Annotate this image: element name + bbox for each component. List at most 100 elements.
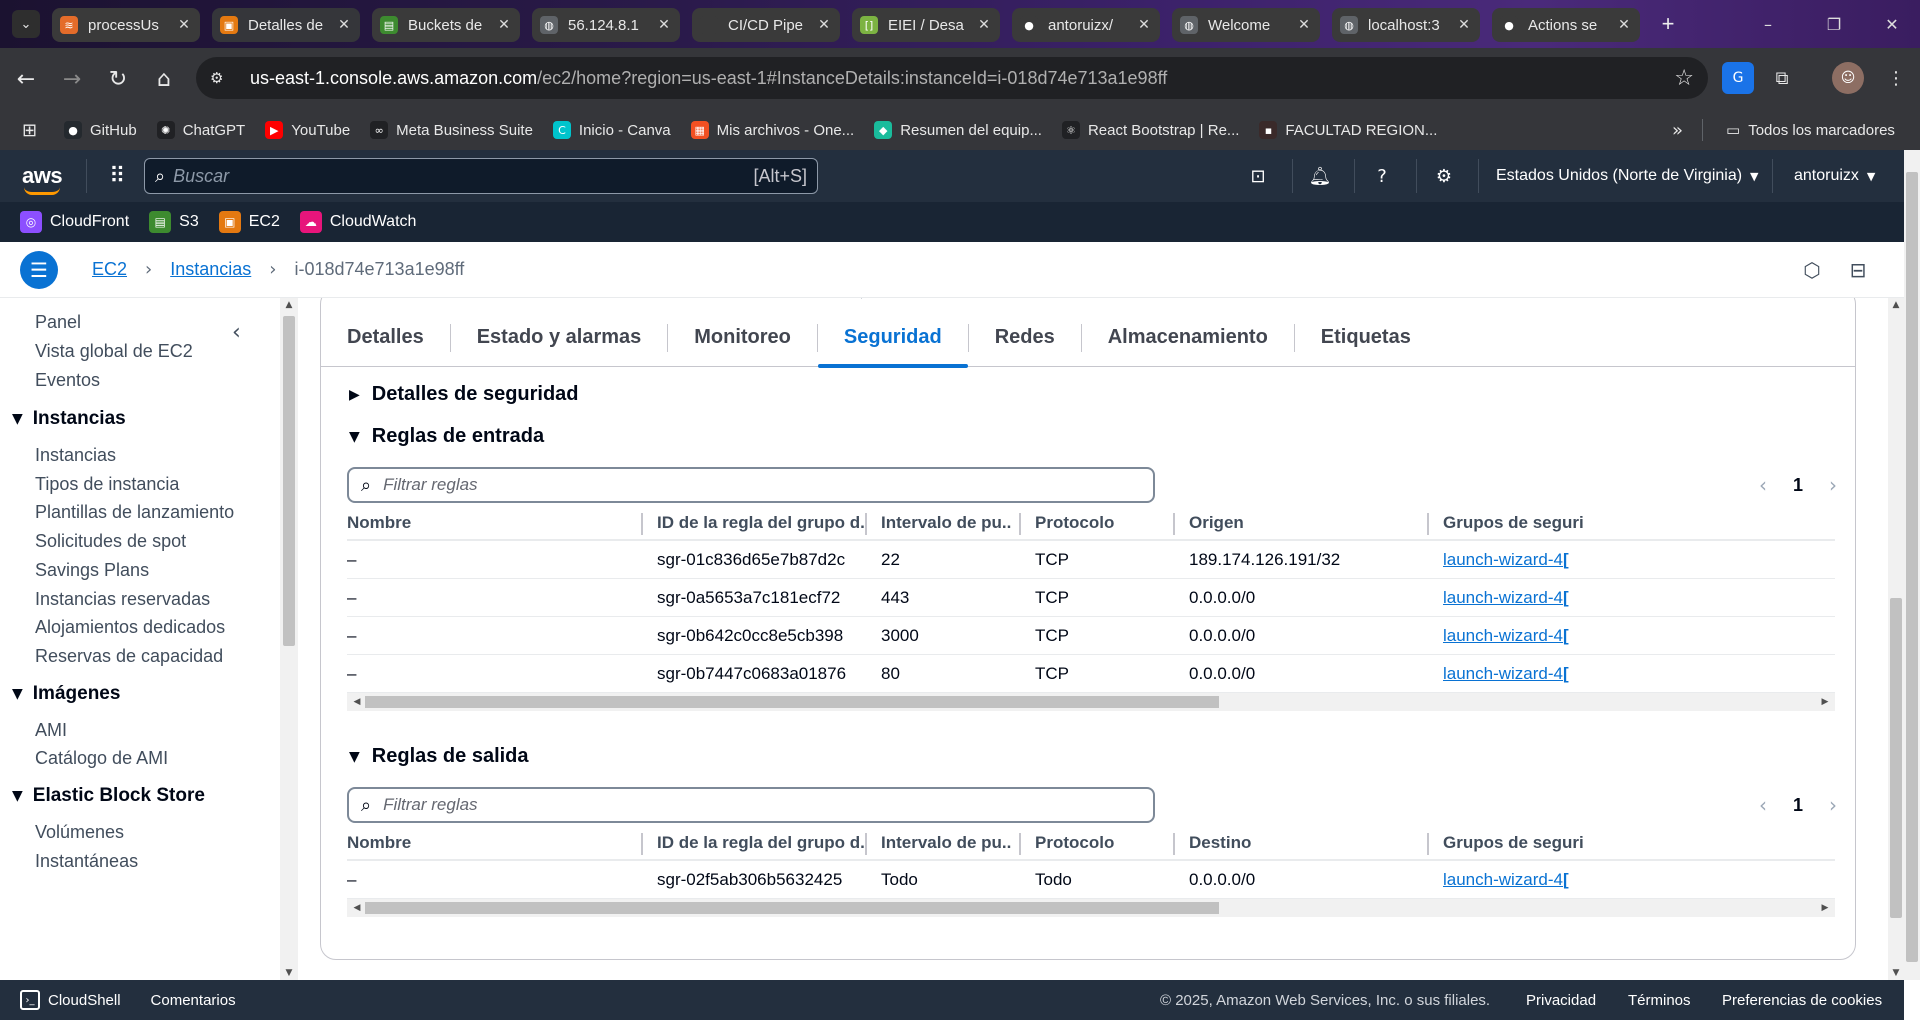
breadcrumb-ec2[interactable]: EC2 bbox=[92, 259, 127, 280]
cloudshell-button[interactable]: ›_ CloudShell bbox=[20, 990, 121, 1010]
tab-close-icon[interactable]: ✕ bbox=[496, 17, 512, 33]
settings-gear-icon[interactable]: ⚙ bbox=[1430, 162, 1458, 190]
forward-icon[interactable]: → bbox=[52, 59, 92, 99]
bookmarks-overflow-icon[interactable]: » bbox=[1672, 120, 1683, 141]
bookmark-item[interactable]: ▶ YouTube bbox=[265, 121, 350, 139]
scroll-left-icon[interactable]: ◀ bbox=[349, 899, 365, 917]
favorite-service-cloudwatch[interactable]: ☁ CloudWatch bbox=[299, 211, 416, 233]
inbound-filter-input[interactable]: ⌕ Filtrar reglas bbox=[347, 467, 1155, 503]
browser-tab[interactable]: ◍ 56.124.8.1 ✕ bbox=[532, 8, 680, 42]
scroll-up-icon[interactable]: ▲ bbox=[1888, 300, 1904, 310]
close-window-icon[interactable]: ✕ bbox=[1864, 0, 1920, 48]
column-header[interactable]: Grupos de seguri bbox=[1443, 505, 1835, 541]
feedback-link[interactable]: Comentarios bbox=[151, 992, 236, 1009]
feedback-panel-icon[interactable]: ⊟ bbox=[1844, 256, 1872, 284]
nav-link[interactable]: Plantillas de lanzamiento bbox=[35, 502, 234, 523]
nav-link[interactable]: AMI bbox=[35, 720, 67, 741]
browser-tab[interactable]: ● antoruizx/ ✕ bbox=[1012, 8, 1160, 42]
column-header[interactable]: Intervalo de pu... bbox=[881, 825, 1011, 861]
column-header[interactable]: Protocolo bbox=[1035, 505, 1175, 541]
nav-link[interactable]: Volúmenes bbox=[35, 822, 124, 843]
new-tab-button[interactable]: + bbox=[1654, 11, 1682, 37]
inbound-rules-toggle[interactable]: ▼ Reglas de entrada bbox=[349, 425, 544, 448]
browser-tab[interactable]: ● Actions se ✕ bbox=[1492, 8, 1640, 42]
tab-close-icon[interactable]: ✕ bbox=[976, 17, 992, 33]
security-group-link[interactable]: launch-wizard-4 bbox=[1443, 664, 1563, 684]
tab-close-icon[interactable]: ✕ bbox=[336, 17, 352, 33]
terms-link[interactable]: Términos bbox=[1628, 980, 1691, 1020]
browser-tab[interactable]: [] EIEI / Desa ✕ bbox=[852, 8, 1000, 42]
back-icon[interactable]: ← bbox=[6, 59, 46, 99]
column-header[interactable]: ID de la regla del grupo d... bbox=[657, 825, 867, 861]
address-bar[interactable]: ⚙ us-east-1.console.aws.amazon.com/ec2/h… bbox=[196, 57, 1708, 99]
favorite-service-cloudfront[interactable]: ◎ CloudFront bbox=[20, 211, 129, 233]
window-scrollbar[interactable] bbox=[1904, 150, 1920, 980]
cookie-preferences-link[interactable]: Preferencias de cookies bbox=[1722, 980, 1882, 1020]
security-group-link[interactable]: launch-wizard-4 bbox=[1443, 626, 1563, 646]
prev-page-icon[interactable]: ‹ bbox=[1759, 473, 1767, 497]
bookmark-item[interactable]: ▦ Mis archivos - One... bbox=[690, 121, 854, 139]
extensions-icon[interactable]: ⧉ bbox=[1766, 62, 1798, 94]
tab-search-icon[interactable]: ⌄ bbox=[12, 10, 40, 38]
privacy-link[interactable]: Privacidad bbox=[1526, 980, 1596, 1020]
browser-tab[interactable]: ≋ processUs ✕ bbox=[52, 8, 200, 42]
tab-monitoreo[interactable]: Monitoreo bbox=[668, 309, 817, 367]
aws-search-input[interactable]: ⌕ Buscar [Alt+S] bbox=[144, 158, 818, 194]
column-divider[interactable] bbox=[1019, 833, 1021, 855]
next-page-icon[interactable]: › bbox=[1829, 473, 1837, 497]
browser-tab[interactable]: ◍ Welcome ✕ bbox=[1172, 8, 1320, 42]
tab-close-icon[interactable]: ✕ bbox=[1296, 17, 1312, 33]
bookmark-star-icon[interactable]: ☆ bbox=[1674, 66, 1694, 91]
nav-link[interactable]: Solicitudes de spot bbox=[35, 531, 186, 552]
nav-link[interactable]: Vista global de EC2 bbox=[35, 341, 193, 362]
browser-tab[interactable]: CI/CD Pipe ✕ bbox=[692, 8, 840, 42]
column-divider[interactable] bbox=[1427, 513, 1429, 535]
column-header[interactable]: Nombre bbox=[347, 825, 637, 861]
column-divider[interactable] bbox=[865, 513, 867, 535]
bookmark-item[interactable]: ● GitHub bbox=[64, 121, 137, 139]
tab-detalles[interactable]: Detalles bbox=[321, 309, 450, 367]
tab-close-icon[interactable]: ✕ bbox=[1136, 17, 1152, 33]
bookmark-item[interactable]: ⚛ React Bootstrap | Re... bbox=[1061, 121, 1239, 139]
bookmark-item[interactable]: C Inicio - Canva bbox=[552, 121, 671, 139]
nav-link[interactable]: Tipos de instancia bbox=[35, 474, 179, 495]
column-divider[interactable] bbox=[865, 833, 867, 855]
account-menu[interactable]: antoruizx ▼ bbox=[1794, 150, 1875, 202]
nav-section-imágenes[interactable]: ▼ Imágenes bbox=[12, 683, 120, 705]
nav-link[interactable]: Reservas de capacidad bbox=[35, 646, 223, 667]
scroll-right-icon[interactable]: ▶ bbox=[1817, 693, 1833, 711]
cloudshell-icon[interactable]: ⊡ bbox=[1244, 162, 1272, 190]
tab-etiquetas[interactable]: Etiquetas bbox=[1295, 309, 1437, 367]
column-divider[interactable] bbox=[641, 513, 643, 535]
tab-close-icon[interactable]: ✕ bbox=[1616, 17, 1632, 33]
tab-seguridad[interactable]: Seguridad bbox=[817, 309, 968, 368]
column-header[interactable]: Intervalo de pu... bbox=[881, 505, 1011, 541]
bookmark-item[interactable]: ◆ Resumen del equip... bbox=[874, 121, 1042, 139]
security-group-link[interactable]: launch-wizard-4 bbox=[1443, 870, 1563, 890]
maximize-icon[interactable]: ❐ bbox=[1806, 0, 1862, 48]
horizontal-scrollbar[interactable]: ◀ ▶ bbox=[347, 693, 1835, 711]
aws-logo[interactable]: aws bbox=[22, 163, 63, 195]
scroll-left-icon[interactable]: ◀ bbox=[349, 693, 365, 711]
scroll-down-icon[interactable]: ▼ bbox=[1888, 968, 1904, 978]
browser-tab[interactable]: ◍ localhost:3 ✕ bbox=[1332, 8, 1480, 42]
nav-link[interactable]: Instantáneas bbox=[35, 851, 138, 872]
nav-link[interactable]: Instancias bbox=[35, 445, 116, 466]
side-nav-scrollbar[interactable]: ▲ ▼ bbox=[280, 298, 298, 980]
page-number[interactable]: 1 bbox=[1793, 475, 1803, 496]
apps-grid-icon[interactable]: ⊞ bbox=[22, 120, 42, 141]
column-divider[interactable] bbox=[1019, 513, 1021, 535]
next-page-icon[interactable]: › bbox=[1829, 793, 1837, 817]
favorite-service-s3[interactable]: ▤ S3 bbox=[149, 211, 199, 233]
bookmark-item[interactable]: ∞ Meta Business Suite bbox=[370, 121, 533, 139]
bookmark-item[interactable]: ✺ ChatGPT bbox=[156, 121, 245, 139]
bookmark-item[interactable]: ▪ FACULTAD REGION... bbox=[1259, 121, 1437, 139]
prev-page-icon[interactable]: ‹ bbox=[1759, 793, 1767, 817]
scrollbar-thumb[interactable] bbox=[365, 696, 1219, 708]
tutorial-icon[interactable]: ⬡ bbox=[1798, 256, 1826, 284]
reload-icon[interactable]: ↻ bbox=[98, 59, 138, 99]
column-divider[interactable] bbox=[1427, 833, 1429, 855]
scrollbar-thumb[interactable] bbox=[1906, 172, 1918, 962]
nav-link[interactable]: Instancias reservadas bbox=[35, 589, 210, 610]
home-icon[interactable]: ⌂ bbox=[144, 59, 184, 99]
